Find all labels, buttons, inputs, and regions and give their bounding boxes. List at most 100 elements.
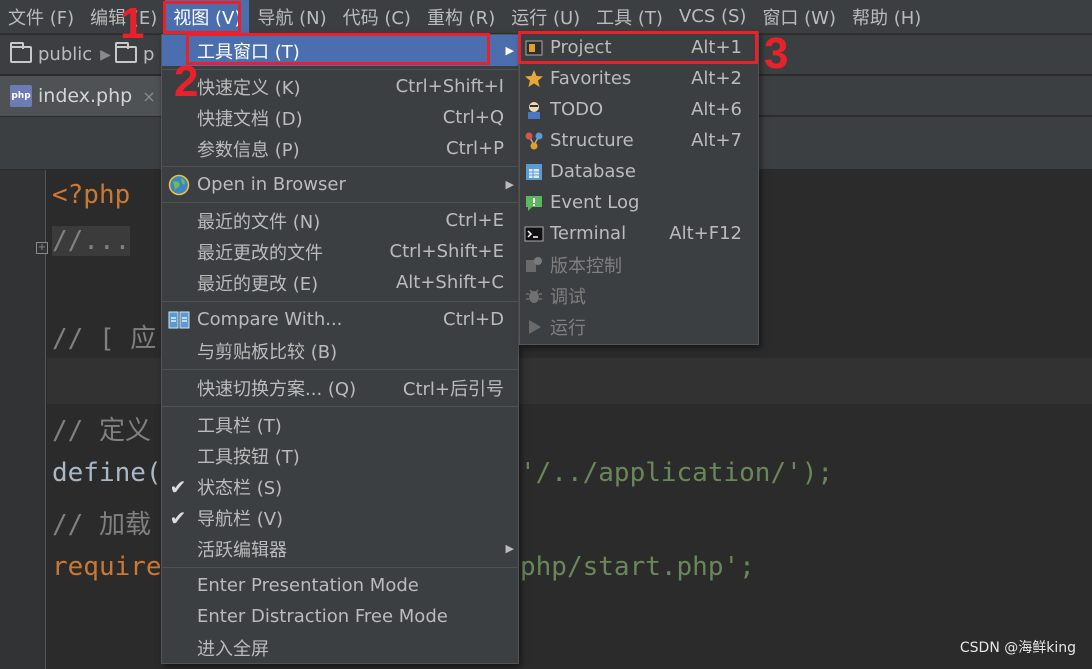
menu-separator (162, 301, 518, 302)
submenu-item-run: 运行 (520, 311, 758, 342)
menu-separator (162, 202, 518, 203)
version-control-icon (526, 256, 542, 272)
menu-item-presentation-mode[interactable]: Enter Presentation Mode (162, 570, 518, 601)
submenu-item-label: 版本控制 (550, 255, 622, 277)
menu-separator (162, 69, 518, 70)
code-line-string: php/start.php'; (520, 552, 755, 582)
breadcrumb-item[interactable]: public (10, 42, 93, 65)
submenu-item-label: Favorites (550, 68, 632, 89)
menu-item-tool-buttons[interactable]: 工具按钮 (T) (162, 440, 518, 471)
compare-icon (168, 311, 190, 328)
submenu-arrow-icon: ▶ (505, 542, 514, 555)
submenu-item-structure[interactable]: Structure Alt+7 (520, 125, 758, 156)
menu-item-open-in-browser[interactable]: Open in Browser ▶ (162, 169, 518, 200)
submenu-item-todo[interactable]: TODO Alt+6 (520, 94, 758, 125)
annotation-step-3: 3 (764, 29, 789, 78)
menu-item-compare-with[interactable]: Compare With... Ctrl+D (162, 304, 518, 335)
submenu-item-favorites[interactable]: Favorites Alt+2 (520, 63, 758, 94)
annotation-step-1: 1 (120, 0, 145, 48)
menu-separator (162, 406, 518, 407)
menu-item-shortcut: Ctrl+Shift+E (389, 241, 504, 262)
fold-expand-icon[interactable]: + (36, 242, 48, 254)
terminal-icon (524, 226, 544, 241)
submenu-item-debug: 调试 (520, 280, 758, 311)
menu-item-label: 最近更改的文件 (197, 242, 323, 264)
menu-item-label: 快速切换方案... (Q) (197, 378, 357, 400)
breadcrumb-label: p (142, 44, 155, 65)
menu-refactor[interactable]: 重构 (R) (419, 0, 503, 34)
submenu-item-shortcut: Alt+F12 (669, 223, 742, 244)
folder-icon (10, 42, 32, 63)
run-icon (529, 319, 541, 334)
menu-item-toolbar[interactable]: 工具栏 (T) (162, 409, 518, 440)
menu-code[interactable]: 代码 (C) (335, 0, 419, 34)
menu-item-shortcut: Alt+Shift+C (395, 272, 504, 293)
annotation-box-project (518, 31, 758, 64)
menu-item-quick-switch-scheme[interactable]: 快速切换方案... (Q) Ctrl+后引号 (162, 372, 518, 403)
submenu-item-database[interactable]: Database (520, 156, 758, 187)
code-line: // [ 应 (52, 324, 157, 354)
menu-item-active-editor[interactable]: 活跃编辑器 ▶ (162, 533, 518, 564)
submenu-item-label: Structure (550, 130, 634, 151)
menu-item-quick-definition[interactable]: 快速定义 (K) Ctrl+Shift+I (162, 71, 518, 102)
watermark: CSDN @海鲜king (959, 640, 1076, 656)
menu-item-label: 与剪贴板比较 (B) (197, 341, 338, 363)
submenu-item-label: 调试 (550, 286, 586, 308)
submenu-item-label: TODO (550, 99, 604, 120)
submenu-arrow-icon: ▶ (505, 44, 514, 57)
menu-item-shortcut: Ctrl+P (446, 138, 504, 159)
breadcrumb-label: public (38, 44, 93, 65)
code-line: <?php (52, 180, 131, 210)
menu-item-recent-changes[interactable]: 最近的更改 (E) Alt+Shift+C (162, 267, 518, 298)
submenu-item-terminal[interactable]: Terminal Alt+F12 (520, 218, 758, 249)
submenu-item-shortcut: Alt+2 (691, 68, 742, 89)
star-icon (525, 69, 543, 87)
code-line: //... (52, 226, 131, 256)
menu-file[interactable]: 文件 (F) (0, 0, 82, 34)
code-line: require (52, 552, 162, 582)
menu-item-compare-clipboard[interactable]: 与剪贴板比较 (B) (162, 335, 518, 366)
database-icon (526, 163, 542, 180)
menu-item-navigation-bar[interactable]: ✔ 导航栏 (V) (162, 502, 518, 533)
menu-item-label: 最近的更改 (E) (197, 273, 319, 295)
menu-tools[interactable]: 工具 (T) (588, 0, 671, 34)
view-menu-dropdown: 工具窗口 (T) ▶ 快速定义 (K) Ctrl+Shift+I 快捷文档 (D… (161, 34, 519, 664)
close-icon[interactable]: × (142, 87, 155, 106)
menu-separator (162, 369, 518, 370)
submenu-item-event-log[interactable]: Event Log (520, 187, 758, 218)
code-line-string: '/../application/'); (520, 458, 834, 488)
menu-vcs[interactable]: VCS (S) (671, 0, 755, 34)
menu-item-full-screen[interactable]: 进入全屏 (162, 632, 518, 663)
menu-item-label: Enter Distraction Free Mode (197, 606, 448, 627)
code-line: // 定义 (52, 416, 151, 446)
menu-run[interactable]: 运行 (U) (503, 0, 588, 34)
menu-item-label: 状态栏 (S) (197, 477, 283, 499)
menu-navigate[interactable]: 导航 (N) (249, 0, 334, 34)
tab-index-php[interactable]: php index.php × (0, 76, 162, 116)
submenu-item-label: 运行 (550, 317, 586, 339)
annotation-box-tool-windows (186, 33, 490, 65)
menu-item-parameter-info[interactable]: 参数信息 (P) Ctrl+P (162, 133, 518, 164)
menu-item-distraction-free-mode[interactable]: Enter Distraction Free Mode (162, 601, 518, 632)
menu-item-shortcut: Ctrl+Q (442, 107, 504, 128)
submenu-item-label: Event Log (550, 192, 640, 213)
globe-icon (168, 174, 190, 195)
menu-item-label: 进入全屏 (197, 638, 269, 660)
menu-item-label: 工具栏 (T) (197, 415, 282, 437)
checkmark-icon: ✔ (169, 505, 187, 530)
menu-separator (162, 567, 518, 568)
menu-item-recent-files[interactable]: 最近的文件 (N) Ctrl+E (162, 205, 518, 236)
submenu-item-shortcut: Alt+7 (691, 130, 742, 151)
menu-item-quick-documentation[interactable]: 快捷文档 (D) Ctrl+Q (162, 102, 518, 133)
submenu-item-label: Terminal (550, 223, 627, 244)
menu-help[interactable]: 帮助 (H) (844, 0, 929, 34)
menu-item-shortcut: Ctrl+Shift+I (395, 76, 504, 97)
menu-item-label: Open in Browser (197, 174, 346, 195)
menu-item-status-bar[interactable]: ✔ 状态栏 (S) (162, 471, 518, 502)
chevron-right-icon: ▶ (100, 46, 111, 63)
annotation-step-2: 2 (174, 57, 199, 106)
menu-item-shortcut: Ctrl+后引号 (402, 378, 504, 400)
menu-item-label: Enter Presentation Mode (197, 575, 419, 596)
submenu-item-label: Database (550, 161, 636, 182)
menu-item-recently-changed-files[interactable]: 最近更改的文件 Ctrl+Shift+E (162, 236, 518, 267)
